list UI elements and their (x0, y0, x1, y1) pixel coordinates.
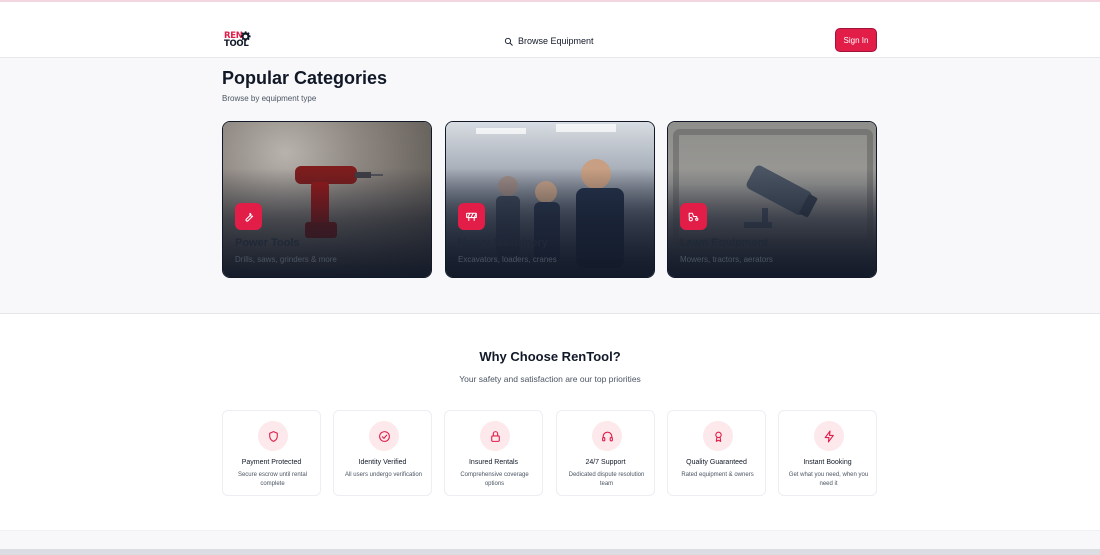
gear-icon (240, 31, 251, 42)
footer-strip (0, 549, 1100, 555)
why-choose-title: Why Choose RenTool? (479, 349, 621, 364)
check-circle-icon (369, 421, 399, 451)
category-card-heavy-machinery[interactable]: Heavy Machinery Excavators, loaders, cra… (445, 121, 655, 278)
category-title: Power Tools (235, 237, 300, 249)
feature-description: Dedicated dispute resolution team (568, 472, 645, 487)
category-description: Drills, saws, grinders & more (235, 255, 337, 264)
feature-card-identity-verified: Identity Verified All users undergo veri… (333, 410, 432, 496)
feature-card-instant-booking: Instant Booking Get what you need, when … (778, 410, 877, 496)
feature-title: Identity Verified (358, 459, 407, 466)
tractor-icon (680, 203, 707, 230)
category-description: Mowers, tractors, aerators (680, 255, 773, 264)
feature-description: Rated equipment & owners (681, 472, 754, 478)
category-card-power-tools[interactable]: Power Tools Drills, saws, grinders & mor… (222, 121, 432, 278)
categories-subtitle: Browse by equipment type (222, 94, 317, 103)
feature-title: Instant Booking (803, 459, 852, 466)
lock-icon (480, 421, 510, 451)
feature-card-quality-guaranteed: Quality Guaranteed Rated equipment & own… (667, 410, 766, 496)
browse-equipment-link[interactable]: Browse Equipment (504, 34, 594, 48)
browse-equipment-label: Browse Equipment (518, 36, 594, 46)
feature-card-insured-rentals: Insured Rentals Comprehensive coverage o… (444, 410, 543, 496)
feature-title: 24/7 Support (585, 459, 626, 466)
category-title: Lawn Equipment (680, 237, 768, 249)
search-icon (504, 37, 513, 46)
categories-title: Popular Categories (222, 68, 388, 88)
headphones-icon (592, 421, 622, 451)
feature-title: Insured Rentals (468, 459, 519, 466)
category-card-lawn-equipment[interactable]: Lawn Equipment Mowers, tractors, aerator… (667, 121, 877, 278)
sign-in-button[interactable]: Sign In (835, 28, 877, 52)
feature-description: Comprehensive coverage options (460, 472, 529, 487)
feature-title: Quality Guaranteed (686, 459, 747, 466)
shield-icon (258, 421, 288, 451)
award-icon (703, 421, 733, 451)
feature-title: Payment Protected (241, 459, 302, 466)
feature-card-payment-protected: Payment Protected Secure escrow until re… (222, 410, 321, 496)
feature-description: Get what you need, when you need it (788, 472, 869, 487)
site-header (0, 2, 1100, 58)
why-choose-subtitle: Your safety and satisfaction are our top… (459, 374, 641, 384)
feature-description: All users undergo verification (344, 472, 423, 478)
category-title: Heavy Machinery (458, 237, 548, 249)
why-choose-section (0, 313, 1100, 531)
zap-icon (814, 421, 844, 451)
category-description: Excavators, loaders, cranes (458, 255, 557, 264)
construction-icon (458, 203, 485, 230)
wrench-icon (235, 203, 262, 230)
feature-card-support: 24/7 Support Dedicated dispute resolutio… (556, 410, 655, 496)
rentool-logo[interactable]: REN TOOL (224, 30, 254, 50)
feature-description: Secure escrow until rental complete (237, 472, 308, 487)
